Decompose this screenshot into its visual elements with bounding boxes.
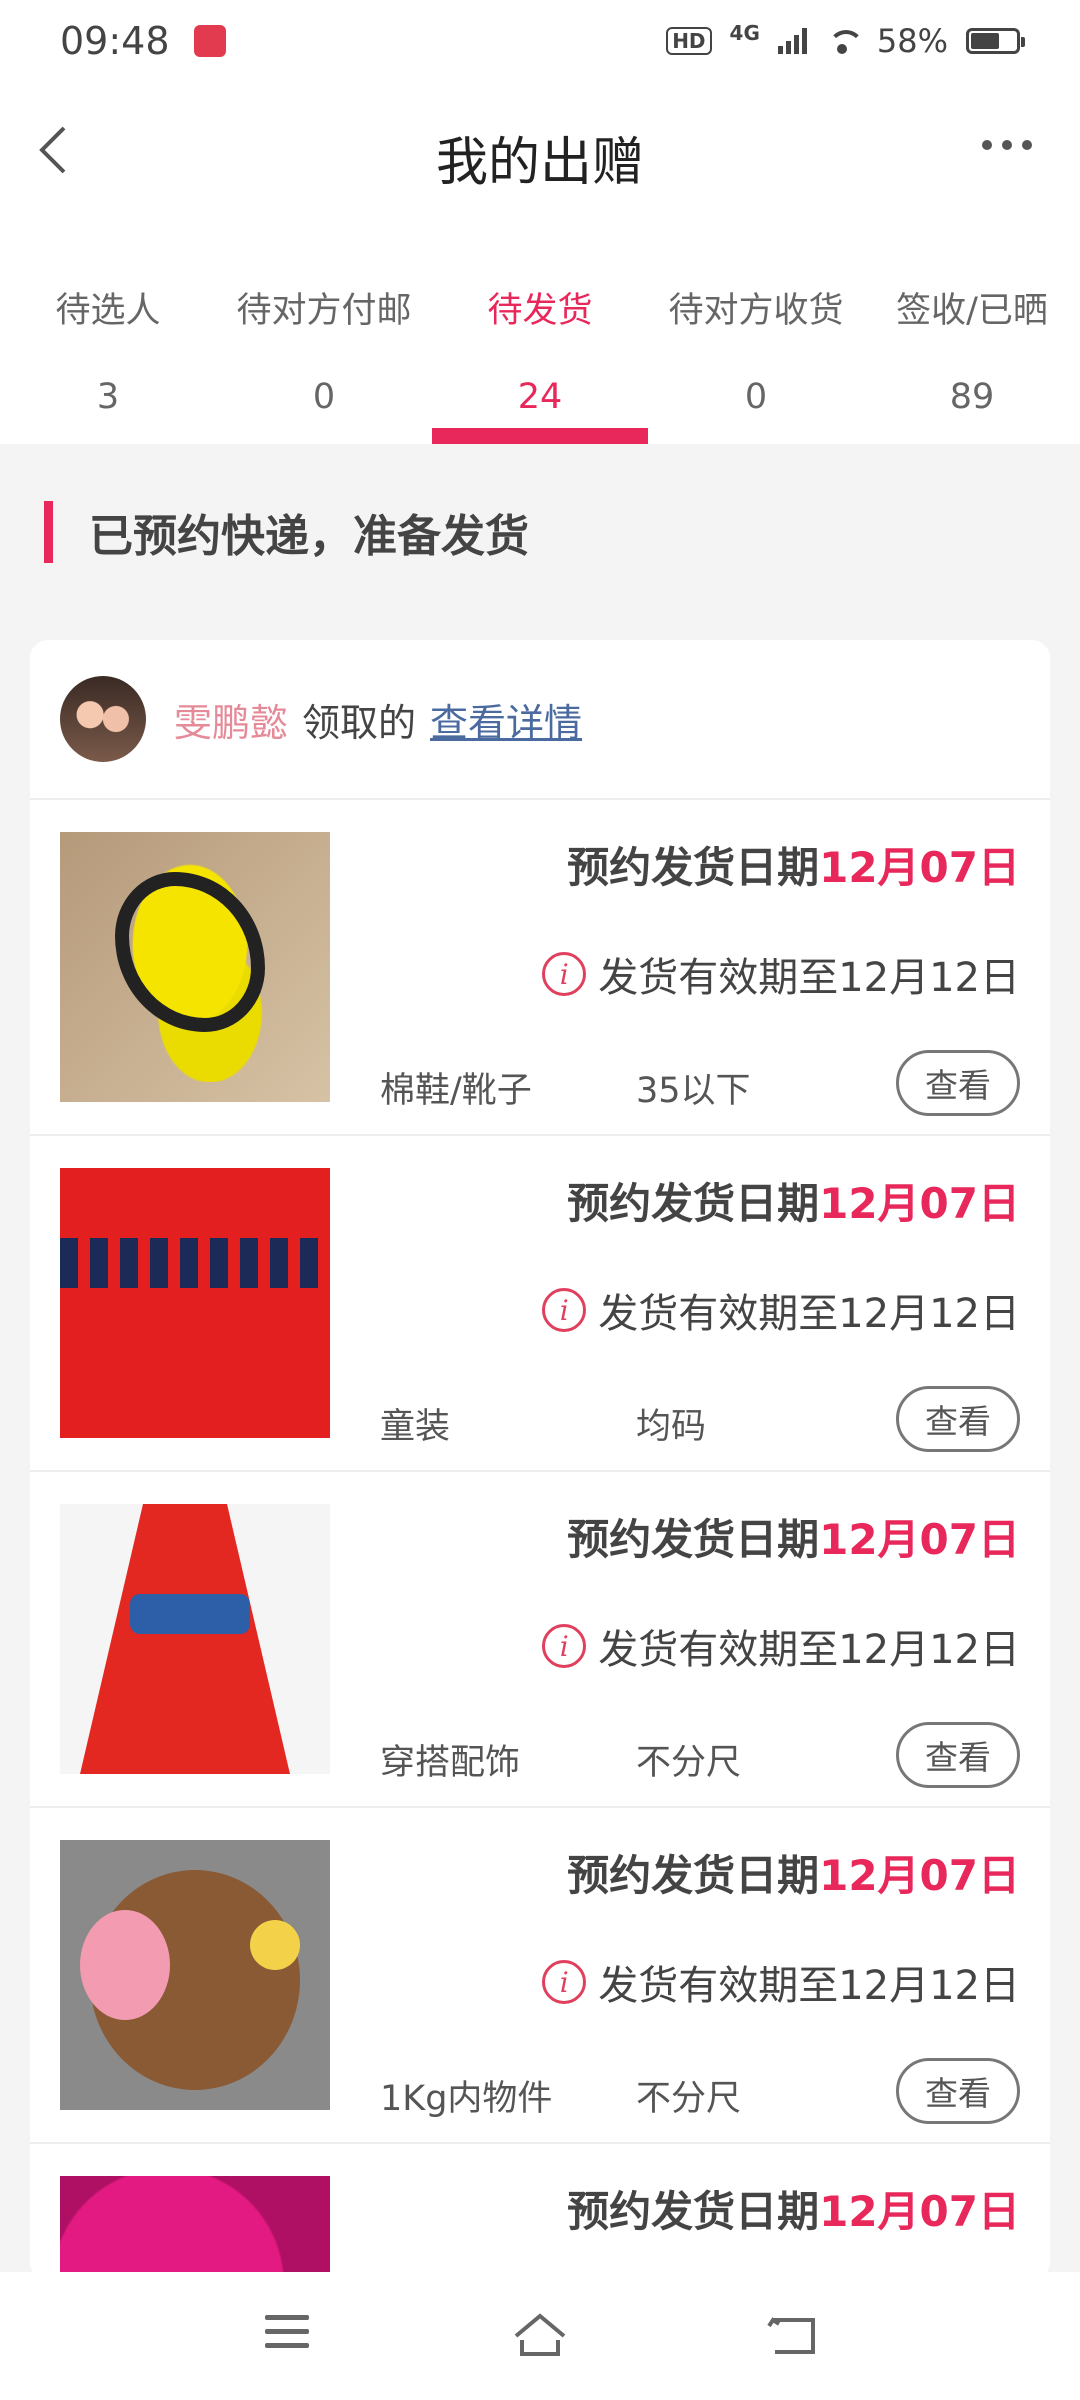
notification-icon: [193, 25, 226, 57]
item-meta: 棉鞋/靴子 35以下: [380, 1062, 751, 1113]
section-accent-bar: [44, 501, 53, 563]
battery-icon: [966, 28, 1025, 54]
wifi-icon: [825, 28, 864, 54]
valid-until: i 发货有效期至12月12日: [542, 1617, 1020, 1675]
avatar[interactable]: [60, 676, 146, 762]
tab-label: 待发货: [487, 291, 593, 331]
schedule-date-value: 12月07日: [819, 1179, 1020, 1228]
schedule-date-value: 12月07日: [819, 1515, 1020, 1564]
tab-label: 待选人: [55, 291, 161, 331]
item-image[interactable]: [60, 832, 330, 1102]
item-image[interactable]: [60, 2176, 330, 2280]
valid-until: i 发货有效期至12月12日: [542, 945, 1020, 1003]
item-size: 不分尺: [636, 2079, 742, 2119]
item-image[interactable]: [60, 1168, 330, 1438]
tab-received[interactable]: 签收/已晒 89: [864, 232, 1080, 444]
list-item[interactable]: 预约发货日期12月07日 i 发货有效期至12月12日 棉鞋/靴子 35以下 查看: [30, 800, 1050, 1136]
tab-pending-receipt[interactable]: 待对方收货 0: [648, 232, 864, 444]
tab-count: 89: [949, 377, 995, 417]
tab-count: 3: [96, 377, 120, 417]
item-category: 穿搭配饰: [380, 1743, 521, 1783]
item-meta: 1Kg内物件 不分尺: [380, 2070, 741, 2121]
signal-icon: [777, 28, 807, 54]
tab-count: 0: [744, 377, 768, 417]
view-button[interactable]: 查看: [896, 1722, 1020, 1788]
list-item[interactable]: 预约发货日期12月07日 i 发货有效期至12月12日 穿搭配饰 不分尺 查看: [30, 1472, 1050, 1808]
valid-text: 发货有效期至12月12日: [598, 1627, 1020, 1673]
valid-text: 发货有效期至12月12日: [598, 955, 1020, 1001]
back-icon[interactable]: [28, 120, 88, 180]
schedule-date-value: 12月07日: [819, 2187, 1020, 2236]
item-meta: 穿搭配饰 不分尺: [380, 1734, 741, 1785]
home-icon[interactable]: [510, 2306, 570, 2366]
schedule-date: 预约发货日期12月07日: [567, 2178, 1020, 2239]
item-category: 棉鞋/靴子: [380, 1071, 532, 1111]
recipient-row: 雯鹏懿 领取的 查看详情: [30, 640, 1050, 800]
item-image[interactable]: [60, 1504, 330, 1774]
valid-text: 发货有效期至12月12日: [598, 1963, 1020, 2009]
tab-count: 0: [312, 377, 336, 417]
view-button[interactable]: 查看: [896, 1050, 1020, 1116]
shipment-card: 雯鹏懿 领取的 查看详情 预约发货日期12月07日 i 发货有效期至12月12日 …: [30, 640, 1050, 2280]
list-item[interactable]: 预约发货日期12月07日: [30, 2144, 1050, 2280]
tab-label: 待对方付邮: [236, 291, 412, 331]
tab-pending-shipment[interactable]: 待发货 24: [432, 232, 648, 444]
schedule-date: 预约发货日期12月07日: [567, 834, 1020, 895]
tab-label: 待对方收货: [668, 291, 844, 331]
schedule-date-value: 12月07日: [819, 843, 1020, 892]
list-item[interactable]: 预约发货日期12月07日 i 发货有效期至12月12日 1Kg内物件 不分尺 查看: [30, 1808, 1050, 2144]
schedule-label: 预约发货日期: [567, 2187, 820, 2236]
section-title: 已预约快递，准备发货: [44, 500, 529, 564]
schedule-label: 预约发货日期: [567, 1851, 820, 1900]
tab-count: 24: [517, 377, 563, 417]
schedule-label: 预约发货日期: [567, 1179, 820, 1228]
info-icon: i: [542, 952, 587, 996]
more-icon[interactable]: [982, 140, 1032, 150]
item-image[interactable]: [60, 1840, 330, 2110]
menu-icon[interactable]: [257, 2306, 317, 2366]
tab-pending-postage[interactable]: 待对方付邮 0: [216, 232, 432, 444]
valid-text: 发货有效期至12月12日: [598, 1291, 1020, 1337]
item-category: 童装: [380, 1407, 451, 1447]
view-details-link[interactable]: 查看详情: [430, 692, 582, 747]
view-button[interactable]: 查看: [896, 1386, 1020, 1452]
valid-until: i 发货有效期至12月12日: [542, 1281, 1020, 1339]
recipient-name[interactable]: 雯鹏懿: [174, 692, 288, 747]
status-icons: HD 4G 58%: [666, 21, 1025, 60]
schedule-date-value: 12月07日: [819, 1851, 1020, 1900]
recipient-text: 领取的: [302, 700, 417, 745]
schedule-date: 预约发货日期12月07日: [567, 1842, 1020, 1903]
info-icon: i: [542, 1960, 587, 2004]
info-icon: i: [542, 1288, 587, 1332]
schedule-label: 预约发货日期: [567, 843, 820, 892]
item-size: 均码: [636, 1407, 707, 1447]
system-nav-bar: [0, 2272, 1080, 2400]
header: 我的出赠: [0, 82, 1080, 232]
network-type: 4G: [729, 21, 760, 45]
list-item[interactable]: 预约发货日期12月07日 i 发货有效期至12月12日 童装 均码 查看: [30, 1136, 1050, 1472]
info-icon: i: [542, 1624, 587, 1668]
item-size: 不分尺: [636, 1743, 742, 1783]
schedule-date: 预约发货日期12月07日: [567, 1170, 1020, 1231]
item-category: 1Kg内物件: [380, 2079, 553, 2119]
section-title-text: 已预约快递，准备发货: [89, 511, 529, 562]
status-time: 09:48: [60, 19, 170, 63]
status-bar: 09:48 HD 4G 58%: [0, 0, 1080, 82]
valid-until: i 发货有效期至12月12日: [542, 1953, 1020, 2011]
tab-label: 签收/已晒: [896, 291, 1048, 331]
item-size: 35以下: [636, 1071, 751, 1111]
back-nav-icon[interactable]: [763, 2306, 823, 2366]
hd-icon: HD: [666, 27, 712, 55]
view-button[interactable]: 查看: [896, 2058, 1020, 2124]
page-title: 我的出赠: [435, 132, 644, 193]
schedule-label: 预约发货日期: [567, 1515, 820, 1564]
status-tabs: 待选人 3 待对方付邮 0 待发货 24 待对方收货 0 签收/已晒 89: [0, 232, 1080, 444]
battery-percent: 58%: [876, 22, 948, 60]
item-meta: 童装 均码: [380, 1398, 706, 1449]
schedule-date: 预约发货日期12月07日: [567, 1506, 1020, 1567]
tab-pending-selection[interactable]: 待选人 3: [0, 232, 216, 444]
